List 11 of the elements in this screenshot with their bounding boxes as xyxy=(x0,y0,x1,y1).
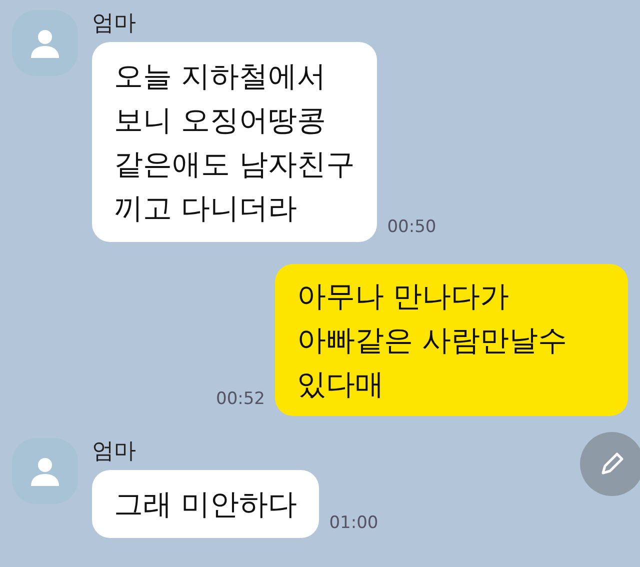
avatar[interactable] xyxy=(12,438,78,504)
message-time: 00:52 xyxy=(216,388,265,410)
message-bubble: 오늘 지하철에서 보니 오징어땅콩 같은애도 남자친구 끼고 다니더라 xyxy=(92,42,378,242)
avatar[interactable] xyxy=(12,10,78,76)
sender-name: 엄마 xyxy=(92,10,137,38)
message-bubble: 그래 미안하다 xyxy=(92,470,320,538)
sender-name: 엄마 xyxy=(92,438,137,466)
message-time: 01:00 xyxy=(329,512,378,534)
message-bubble: 아무나 만나다가 아빠같은 사람만날수 있다매 xyxy=(275,264,628,416)
message-time: 00:50 xyxy=(387,216,436,238)
pencil-icon xyxy=(599,451,625,477)
